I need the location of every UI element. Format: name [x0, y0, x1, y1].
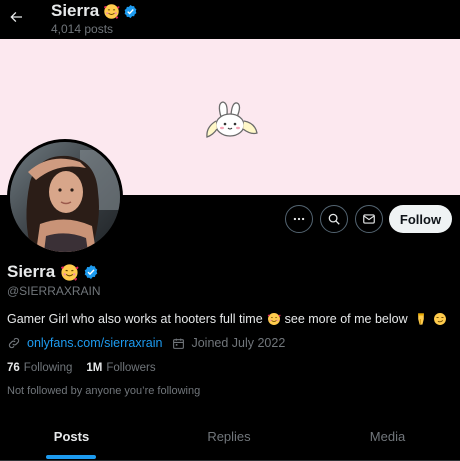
link-icon: [8, 337, 20, 349]
follow-stats: 76 Following 1M Followers: [7, 362, 156, 374]
smiling-face-with-hearts-icon: [61, 263, 79, 281]
followers-count: 1M: [86, 362, 103, 374]
top-header: Sierra 4,014 posts: [0, 0, 460, 38]
tab-replies[interactable]: Replies: [143, 414, 315, 458]
tab-media[interactable]: Media: [315, 414, 460, 458]
more-icon: [293, 217, 305, 221]
message-icon: [363, 214, 375, 224]
profile-handle: @SIERRAXRAIN: [7, 284, 101, 298]
smiling-face-with-hearts-icon: [104, 3, 120, 19]
bio-text-2: see more of me below: [284, 312, 408, 326]
not-followed-note: Not followed by anyone you’re following: [7, 385, 201, 397]
bunny-mascot-icon: [206, 101, 258, 138]
header-title: Sierra: [51, 1, 138, 21]
smiling-face-with-hearts-icon: [267, 313, 281, 325]
following-count: 76: [7, 362, 20, 374]
profile-meta: onlyfans.com/sierraxrain Joined July 202…: [7, 336, 285, 350]
follow-button[interactable]: Follow: [389, 205, 452, 233]
active-tab-indicator: [46, 455, 96, 459]
following-label: Following: [23, 362, 73, 374]
message-button[interactable]: [355, 205, 383, 233]
backhand-index-pointing-down-icon: [417, 313, 424, 325]
more-button[interactable]: [285, 205, 313, 233]
verified-badge-icon: [84, 265, 98, 279]
display-name: Sierra: [7, 262, 56, 281]
profile-name: Sierra: [7, 262, 99, 282]
bio-text-1: Gamer Girl who also works at hooters ful…: [7, 312, 263, 326]
followers-label: Followers: [106, 362, 156, 374]
header-name: Sierra: [51, 1, 100, 20]
followers-stat[interactable]: 1M Followers: [86, 362, 155, 374]
following-stat[interactable]: 76 Following: [7, 362, 72, 374]
smirking-face-icon: [433, 313, 446, 325]
back-button[interactable]: [5, 4, 27, 30]
search-button[interactable]: [320, 205, 348, 233]
profile-bio: Gamer Girl who also works at hooters ful…: [7, 312, 451, 326]
profile-link[interactable]: onlyfans.com/sierraxrain: [27, 336, 162, 350]
calendar-icon: [173, 338, 185, 349]
avatar[interactable]: [7, 139, 123, 255]
posts-count: 4,014 posts: [51, 22, 114, 36]
arrow-left-icon: [10, 12, 22, 22]
profile-photo: [10, 142, 120, 252]
verified-badge-icon: [124, 4, 137, 18]
tab-posts[interactable]: Posts: [0, 414, 143, 458]
profile-tabs: Posts Replies Media: [0, 414, 460, 461]
joined-date: Joined July 2022: [191, 336, 286, 350]
search-icon: [328, 213, 340, 225]
